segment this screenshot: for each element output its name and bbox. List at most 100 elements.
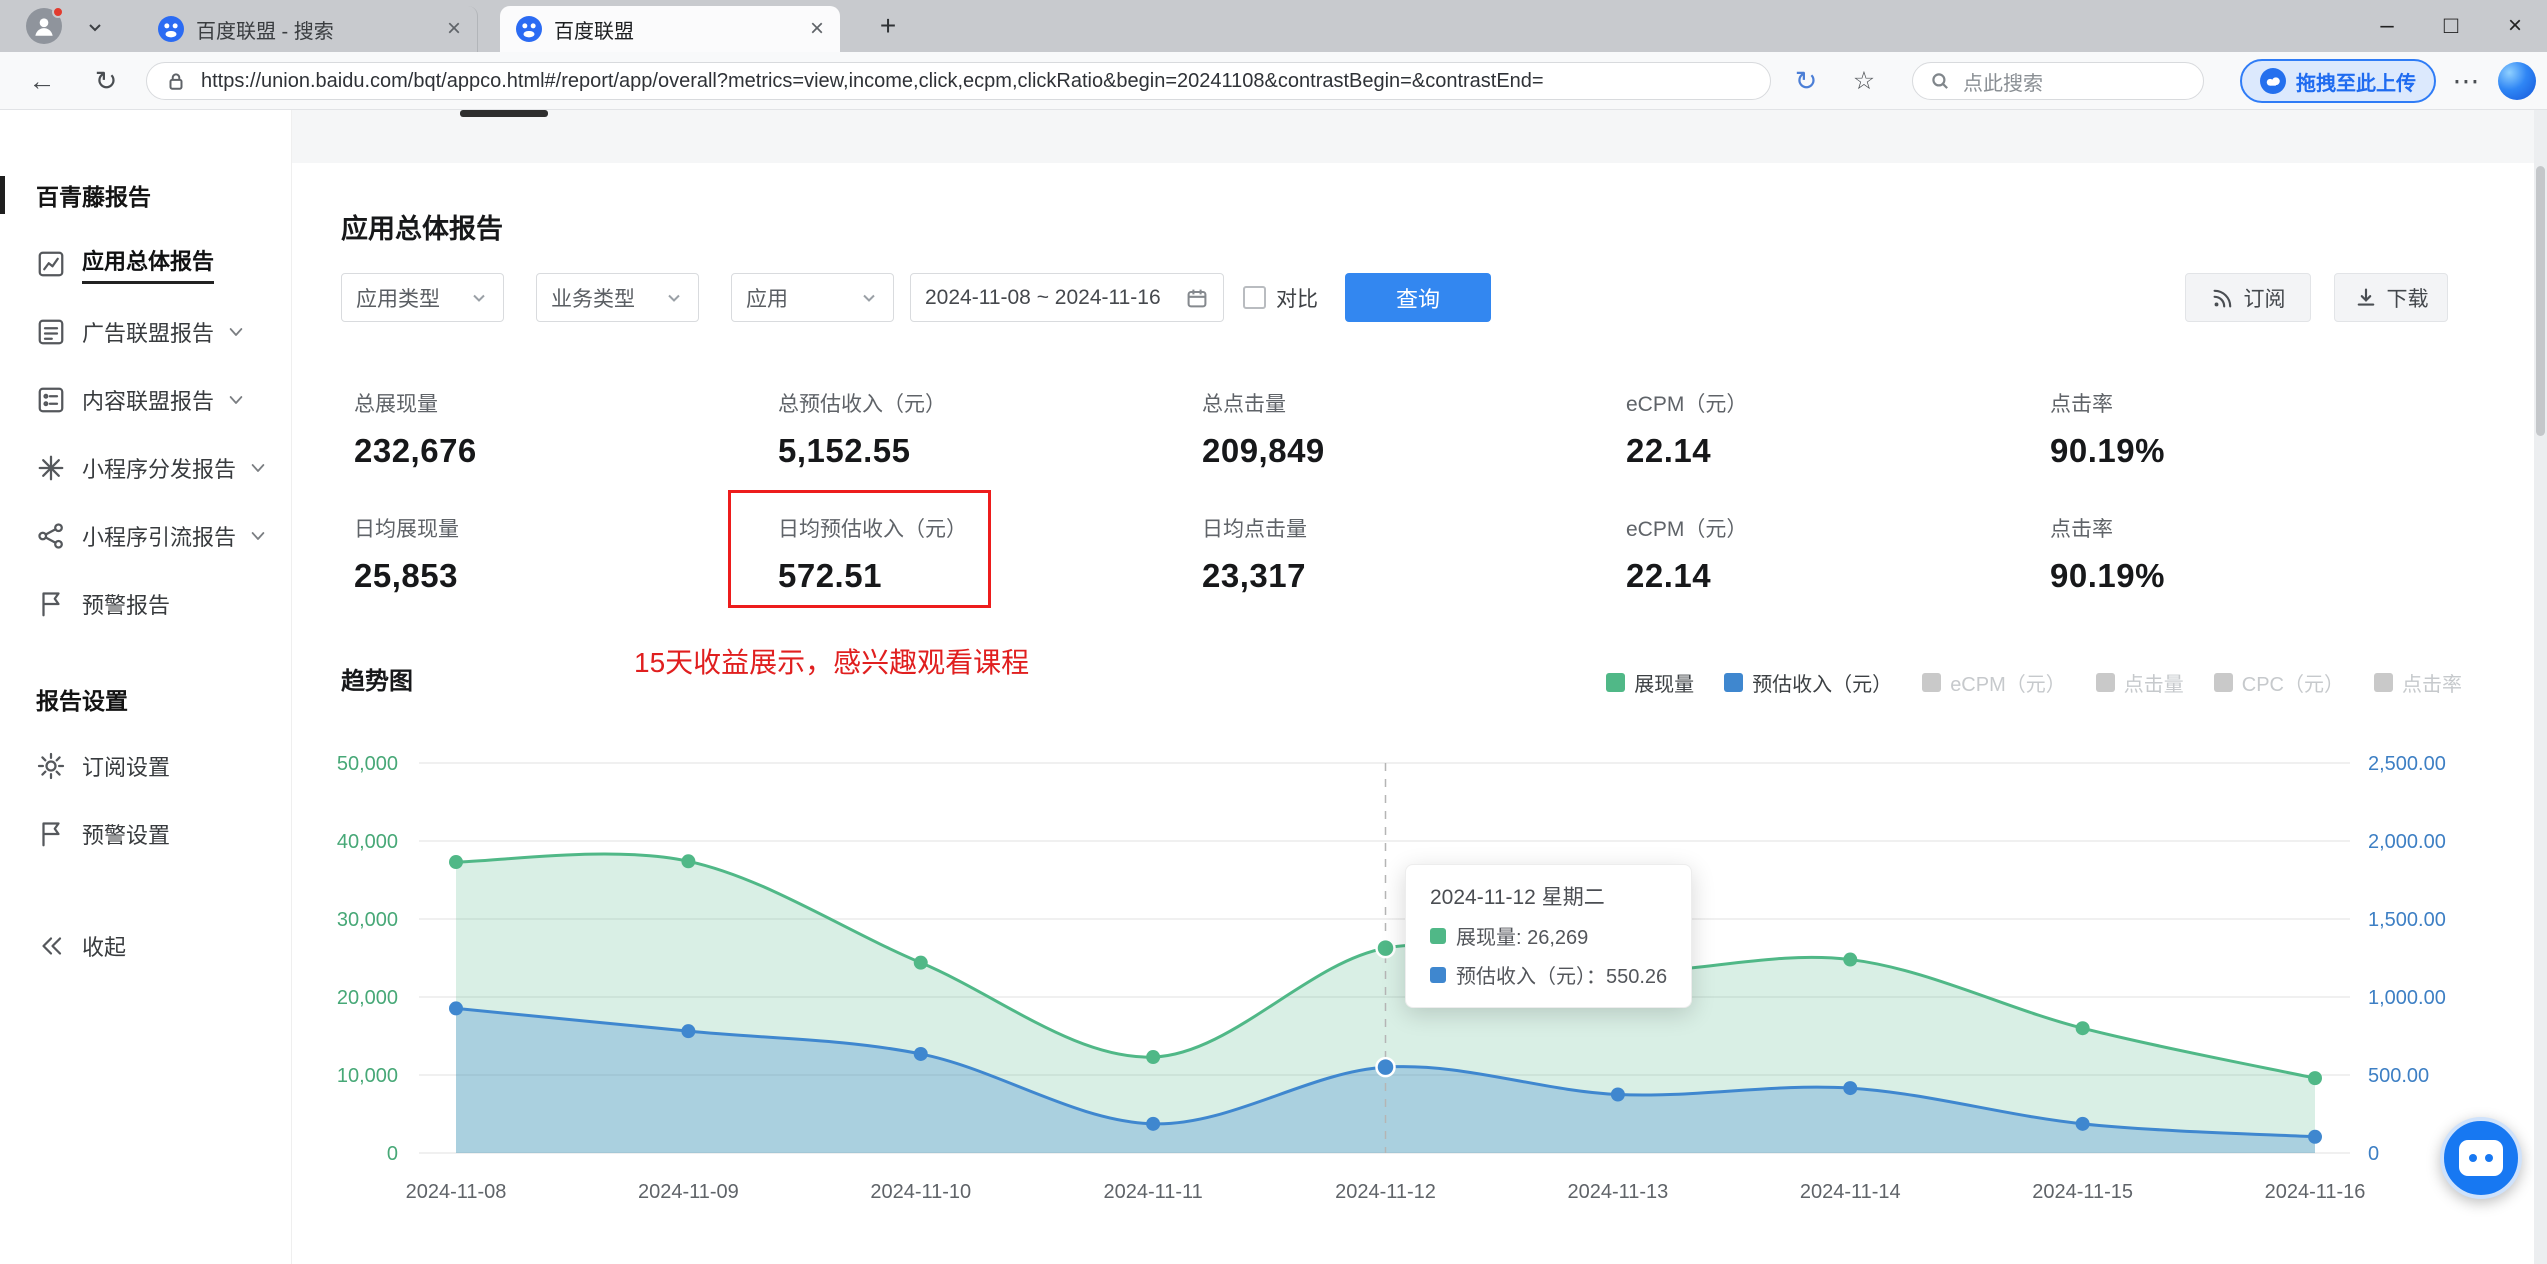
scrollbar-thumb[interactable] bbox=[2536, 166, 2545, 436]
sidebar-item-alert-report[interactable]: 预警报告 bbox=[0, 570, 291, 638]
legend-item[interactable]: 点击率 bbox=[2374, 668, 2462, 697]
browser-assistant-fab[interactable] bbox=[2440, 1117, 2522, 1199]
notification-dot bbox=[52, 6, 64, 18]
sidebar-item-miniapp-referral-report[interactable]: 小程序引流报告 bbox=[0, 502, 291, 570]
refresh-button[interactable]: ↻ bbox=[86, 63, 126, 99]
sidebar-item-label: 预警设置 bbox=[82, 823, 171, 848]
stat-cell: 日均点击量 23,317 bbox=[1202, 513, 1626, 595]
stat-label: 点击率 bbox=[2050, 518, 2113, 541]
stat-cell: 总展现量 232,676 bbox=[354, 388, 778, 470]
subscribe-button[interactable]: 订阅 bbox=[2185, 273, 2311, 322]
tab-close-icon[interactable]: × bbox=[447, 15, 461, 43]
report-chart-icon bbox=[36, 249, 66, 279]
app-select[interactable]: 应用 bbox=[731, 273, 894, 322]
sidebar-item-label: 广告联盟报告 bbox=[82, 321, 215, 346]
tooltip-row-text: 预估收入（元）：550.26 bbox=[1456, 966, 1668, 988]
tooltip-series-marker bbox=[1430, 927, 1446, 944]
profile-avatar[interactable] bbox=[26, 6, 64, 44]
date-range-picker[interactable]: 2024-11-08 ~ 2024-11-16 bbox=[910, 273, 1224, 322]
query-button[interactable]: 查询 bbox=[1345, 273, 1491, 322]
sidebar-item-subscribe-settings[interactable]: 订阅设置 bbox=[0, 732, 291, 800]
url-text: https://union.baidu.com/bqt/appco.html#/… bbox=[201, 69, 1544, 92]
legend-swatch bbox=[1922, 673, 1942, 692]
chevron-down-icon bbox=[246, 456, 270, 480]
stat-value: 25,853 bbox=[354, 557, 458, 594]
window-maximize-button[interactable]: □ bbox=[2419, 0, 2483, 52]
download-icon bbox=[2357, 288, 2374, 306]
back-button[interactable]: ← bbox=[22, 63, 62, 99]
legend-swatch bbox=[1606, 673, 1626, 692]
legend-item[interactable]: CPC（元） bbox=[2213, 668, 2344, 697]
copilot-icon[interactable] bbox=[2498, 62, 2536, 100]
select-value: 应用类型 bbox=[356, 287, 440, 311]
tab-title: 百度联盟 bbox=[554, 20, 634, 43]
netdisk-logo-icon bbox=[2260, 68, 2286, 94]
sidebar-collapse: 收起 bbox=[0, 912, 291, 980]
page-action-icon[interactable]: ↻ bbox=[1786, 63, 1826, 99]
chevron-down-icon bbox=[224, 320, 248, 344]
legend-label: eCPM（元） bbox=[1950, 674, 2066, 696]
favorite-star-icon[interactable]: ☆ bbox=[1844, 63, 1884, 99]
stat-value: 232,676 bbox=[354, 432, 477, 469]
business-type-select[interactable]: 业务类型 bbox=[536, 273, 699, 322]
more-menu-button[interactable]: ⋯ bbox=[2446, 63, 2486, 99]
compare-checkbox-group: 对比 bbox=[1243, 273, 1318, 322]
legend-label: 点击量 bbox=[2123, 674, 2184, 696]
compare-checkbox[interactable] bbox=[1243, 286, 1266, 309]
sidebar-item-label: 小程序分发报告 bbox=[82, 457, 237, 482]
flag-doc-icon bbox=[36, 589, 66, 619]
search-icon bbox=[1932, 73, 1948, 89]
gear-icon bbox=[36, 751, 66, 781]
date-range-value: 2024-11-08 ~ 2024-11-16 bbox=[925, 285, 1161, 309]
stat-value: 22.14 bbox=[1626, 557, 1712, 594]
chart-title: 趋势图 bbox=[341, 668, 413, 695]
sidebar-menu: 应用总体报告广告联盟报告内容联盟报告小程序分发报告 小程序引流报告 预警报告 bbox=[0, 230, 291, 638]
legend-label: CPC（元） bbox=[2241, 674, 2344, 696]
sidebar-settings-menu: 订阅设置预警设置 bbox=[0, 732, 291, 868]
legend-item[interactable]: 点击量 bbox=[2095, 668, 2184, 697]
quick-search-box[interactable]: 点此搜索 bbox=[1912, 62, 2204, 100]
app-type-select[interactable]: 应用类型 bbox=[341, 273, 504, 322]
sidebar-item-alert-settings[interactable]: 预警设置 bbox=[0, 800, 291, 868]
sidebar-item-label: 小程序引流报告 bbox=[82, 525, 237, 550]
legend-item[interactable]: 预估收入（元） bbox=[1724, 668, 1892, 697]
tab-close-icon[interactable]: × bbox=[810, 15, 824, 43]
legend-swatch bbox=[1724, 673, 1744, 692]
browser-tab-active[interactable]: 百度联盟 × bbox=[500, 6, 840, 52]
window-minimize-button[interactable]: – bbox=[2355, 0, 2419, 52]
address-bar[interactable]: https://union.baidu.com/bqt/appco.html#/… bbox=[146, 62, 1771, 100]
download-label: 下载 bbox=[2386, 287, 2429, 311]
sidebar-item-overall-report[interactable]: 应用总体报告 bbox=[0, 230, 291, 298]
stats-row-totals: 总展现量 232,676 总预估收入（元） 5,152.55 总点击量 209,849 eC… bbox=[354, 388, 2474, 470]
site-info-lock-icon[interactable] bbox=[165, 70, 187, 92]
download-button[interactable]: 下载 bbox=[2334, 273, 2448, 322]
legend-item[interactable]: 展现量 bbox=[1606, 668, 1694, 697]
stat-label: 日均展现量 bbox=[354, 518, 459, 541]
assistant-icon bbox=[2459, 1140, 2503, 1176]
legend-swatch bbox=[2374, 673, 2393, 692]
browser-window: 百度联盟 - 搜索 × 百度联盟 × + – □ × ← ↻ https://u… bbox=[0, 0, 2547, 1264]
stat-label: 日均点击量 bbox=[1202, 518, 1307, 541]
sidebar-item-miniapp-distribution-report[interactable]: 小程序分发报告 bbox=[0, 434, 291, 502]
tooltip-row: 展现量: 26,269 bbox=[1430, 921, 1667, 950]
sidebar-item-content-union-report[interactable]: 内容联盟报告 bbox=[0, 366, 291, 434]
chevron-down-icon bbox=[863, 294, 875, 302]
sidebar-item-collapse[interactable]: 收起 bbox=[0, 912, 291, 980]
sidebar-item-label: 预警报告 bbox=[82, 593, 171, 618]
window-close-button[interactable]: × bbox=[2483, 0, 2547, 52]
stat-label: 总展现量 bbox=[354, 393, 438, 416]
legend-item[interactable]: eCPM（元） bbox=[1922, 668, 2066, 697]
stat-cell: eCPM（元） 22.14 bbox=[1626, 513, 2050, 595]
browser-tab-search[interactable]: 百度联盟 - 搜索 × bbox=[142, 6, 478, 52]
stat-label: eCPM（元） bbox=[1626, 393, 1748, 416]
netdisk-upload-button[interactable]: 拖拽至此上传 bbox=[2240, 59, 2436, 103]
upload-button-label: 拖拽至此上传 bbox=[2296, 72, 2416, 95]
baidu-union-favicon bbox=[158, 16, 184, 42]
report-sidebar: 百青藤报告 应用总体报告 广告联盟报告 内容联盟报告 小程序分发报告 小程序引流报告 预警… bbox=[0, 110, 292, 1264]
new-tab-button[interactable]: + bbox=[872, 10, 904, 42]
tab-actions-button[interactable] bbox=[80, 12, 110, 42]
stat-value: 90.19% bbox=[2050, 432, 2165, 469]
rss-subscribe-icon bbox=[2213, 289, 2231, 307]
window-controls: – □ × bbox=[2355, 0, 2547, 52]
sidebar-item-ad-union-report[interactable]: 广告联盟报告 bbox=[0, 298, 291, 366]
